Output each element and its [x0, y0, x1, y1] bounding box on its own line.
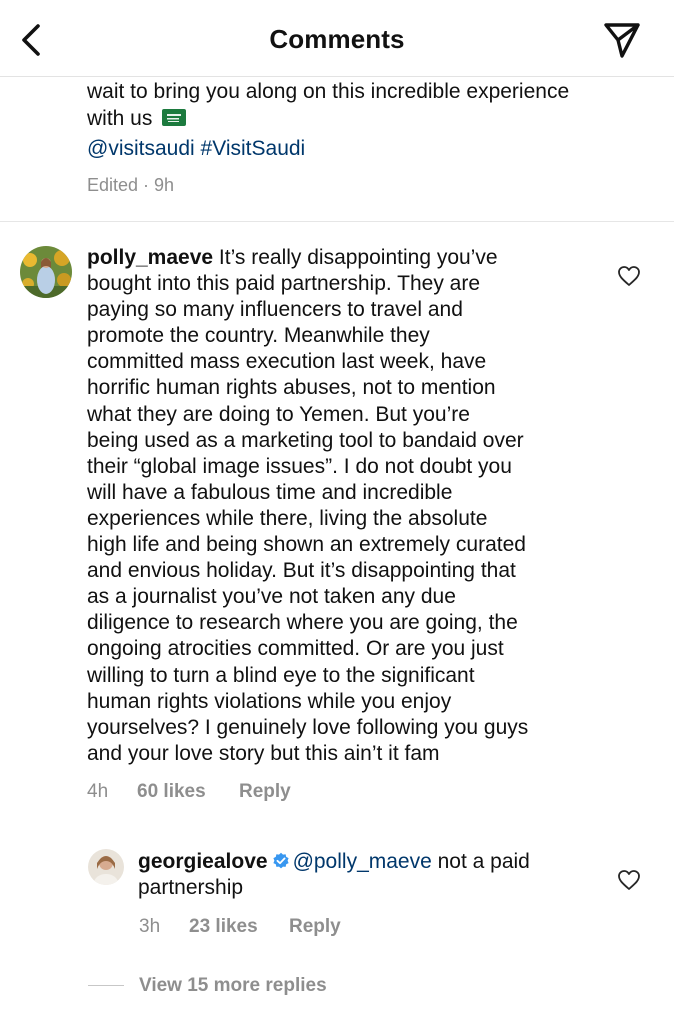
comment-text-line: and envious holiday. But it’s disappoint…	[87, 559, 516, 583]
avatar-image	[88, 849, 124, 885]
saudi-flag-icon	[162, 109, 187, 126]
page-title: Comments	[269, 24, 405, 54]
reply-username[interactable]: georgiealove	[138, 850, 268, 873]
divider-line	[88, 985, 124, 986]
comment-text-line: bought into this paid partnership. They …	[87, 272, 481, 296]
avatar[interactable]	[20, 246, 72, 298]
comment-text-line: promote the country. Meanwhile they	[87, 324, 430, 348]
paper-plane-icon[interactable]	[600, 18, 644, 62]
comment-text-line: committed mass execution last week, have	[87, 350, 487, 374]
comment-username[interactable]: polly_maeve	[87, 246, 213, 269]
divider	[0, 221, 674, 222]
mention-link[interactable]: @polly_maeve	[293, 850, 432, 873]
comment-text-line: will have a fabulous time and incredible	[87, 480, 453, 504]
caption-text-line: with us	[87, 106, 187, 132]
caption-text: with us	[87, 107, 153, 130]
comment-text-line: polly_maeve It’s really disappointing yo…	[87, 245, 597, 271]
likes-count[interactable]: 23 likes	[189, 916, 258, 938]
caption-tags: @visitsaudi #VisitSaudi	[87, 136, 305, 162]
reply-button[interactable]: Reply	[239, 781, 291, 803]
comment-text-line: as a journalist you’ve not taken any due	[87, 585, 456, 609]
comment-text-line: what they are doing to Yemen. But you’re	[87, 402, 470, 426]
avatar[interactable]	[88, 849, 124, 885]
heart-icon[interactable]	[617, 265, 641, 287]
comment-text-line: being used as a marketing tool to bandai…	[87, 428, 524, 452]
comment-text-line: ongoing atrocities committed. Or are you…	[87, 637, 504, 661]
comment-text-line: high life and being shown an extremely c…	[87, 533, 526, 557]
avatar-image	[20, 246, 72, 298]
comment-text: polly_maeve It’s really disappointing yo…	[87, 245, 597, 767]
comment-text-line: paying so many influencers to travel and	[87, 298, 463, 322]
comment-text-line: diligence to research where you are goin…	[87, 611, 518, 635]
reply-meta: 3h 23 likes Reply	[139, 916, 439, 940]
comment-text-line: horrific human rights abuses, not to men…	[87, 376, 496, 400]
comment-text-line: their “global image issues”. I do not do…	[87, 454, 512, 478]
comment-text-line: yourselves? I genuinely love following y…	[87, 715, 529, 739]
reply-button[interactable]: Reply	[289, 916, 341, 938]
comment-text-line: experiences while there, living the abso…	[87, 506, 488, 530]
reply-time: 3h	[139, 916, 161, 937]
reply-text-part: partnership	[138, 876, 244, 899]
comment-time: 4h	[87, 781, 109, 802]
likes-count[interactable]: 60 likes	[137, 781, 206, 803]
heart-icon[interactable]	[617, 869, 641, 891]
mention-link[interactable]: @visitsaudi	[87, 137, 195, 160]
caption-text-line: wait to bring you along on this incredib…	[87, 80, 570, 103]
reply-text: georgiealove @polly_maeve not a paid part…	[138, 849, 598, 901]
hashtag-link[interactable]: #VisitSaudi	[201, 137, 306, 160]
top-bar: Comments	[0, 0, 674, 77]
comment-text-line: human rights violations while you enjoy	[87, 689, 452, 713]
reply-text-part: not a paid	[431, 850, 530, 873]
comment-text-part: It’s really disappointing you’ve	[218, 246, 498, 269]
caption-meta: Edited · 9h	[87, 175, 175, 195]
comment-text-line: willing to turn a blind eye to the signi…	[87, 663, 475, 687]
view-more-replies-button[interactable]: View 15 more replies	[139, 975, 327, 997]
comment-text-line: and your love story but this ain’t it fa…	[87, 741, 440, 765]
comment-meta: 4h 60 likes Reply	[87, 781, 387, 805]
verified-badge-icon	[272, 852, 289, 869]
